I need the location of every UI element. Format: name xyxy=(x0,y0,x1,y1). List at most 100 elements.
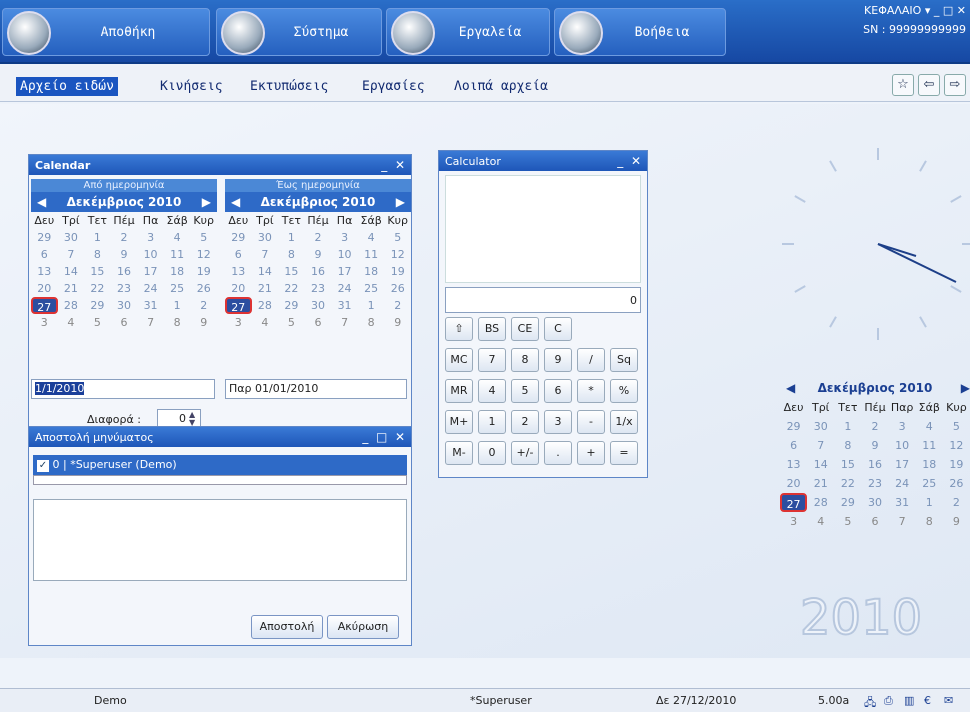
day-cell[interactable]: 31 xyxy=(889,493,916,512)
day-cell[interactable]: 2 xyxy=(111,229,138,246)
day-cell[interactable]: 16 xyxy=(861,455,888,474)
day-cell[interactable]: 20 xyxy=(31,280,58,297)
from-date-input[interactable]: 1/1/2010 xyxy=(31,379,215,399)
day-cell[interactable]: 21 xyxy=(252,280,279,297)
day-cell[interactable]: 24 xyxy=(331,280,358,297)
calculator-title-bar[interactable]: Calculator xyxy=(439,151,647,171)
day-cell[interactable]: 4 xyxy=(58,314,85,331)
day-cell[interactable]: 17 xyxy=(331,263,358,280)
next-month-icon[interactable]: ▶ xyxy=(396,192,405,212)
day-cell[interactable]: 3 xyxy=(31,314,58,331)
day-cell[interactable]: 30 xyxy=(305,297,332,314)
minimize-icon[interactable]: _ xyxy=(381,158,387,172)
day-cell[interactable]: 21 xyxy=(807,474,834,493)
day-cell[interactable]: 14 xyxy=(252,263,279,280)
tools-button[interactable]: Εργαλεία xyxy=(386,8,550,56)
calc-key[interactable]: M+ xyxy=(445,410,473,434)
day-cell[interactable]: 13 xyxy=(225,263,252,280)
day-cell[interactable]: 25 xyxy=(164,280,191,297)
day-cell[interactable]: 5 xyxy=(834,512,861,531)
day-cell[interactable]: 1 xyxy=(916,493,943,512)
day-cell[interactable]: 4 xyxy=(358,229,385,246)
day-cell[interactable]: 29 xyxy=(225,229,252,246)
day-cell[interactable]: 23 xyxy=(305,280,332,297)
day-cell[interactable]: 12 xyxy=(190,246,217,263)
day-cell[interactable]: 15 xyxy=(834,455,861,474)
day-cell[interactable]: 26 xyxy=(190,280,217,297)
shift-icon[interactable]: ⇧ xyxy=(445,317,473,341)
calc-key[interactable]: + xyxy=(577,441,605,465)
day-cell[interactable]: 23 xyxy=(861,474,888,493)
day-cell[interactable]: 5 xyxy=(278,314,305,331)
day-cell[interactable]: 5 xyxy=(384,229,411,246)
day-cell[interactable]: 4 xyxy=(252,314,279,331)
maximize-icon[interactable]: □ xyxy=(943,4,953,17)
day-cell[interactable]: 4 xyxy=(164,229,191,246)
mail-icon[interactable]: ✉ xyxy=(944,694,953,707)
message-body-input[interactable] xyxy=(33,499,407,581)
day-cell[interactable]: 6 xyxy=(861,512,888,531)
day-cell[interactable]: 30 xyxy=(58,229,85,246)
menu-item-other-files[interactable]: Λοιπά αρχεία xyxy=(454,79,548,94)
system-button[interactable]: Σύστημα xyxy=(216,8,382,56)
day-cell[interactable]: 15 xyxy=(84,263,111,280)
calc-key[interactable]: 1 xyxy=(478,410,506,434)
menu-item-movements[interactable]: Κινήσεις xyxy=(160,79,223,94)
checkbox-icon[interactable]: ✓ xyxy=(37,460,49,472)
day-cell[interactable]: 28 xyxy=(252,297,279,314)
day-cell[interactable]: 28 xyxy=(807,493,834,512)
day-cell[interactable]: 17 xyxy=(137,263,164,280)
day-cell[interactable]: 5 xyxy=(84,314,111,331)
day-cell[interactable]: 9 xyxy=(190,314,217,331)
day-cell[interactable]: 30 xyxy=(252,229,279,246)
stepper-arrows-icon[interactable]: ▲ ▼ xyxy=(189,411,195,427)
back-icon[interactable]: ⇦ xyxy=(918,74,940,96)
day-cell[interactable]: 17 xyxy=(889,455,916,474)
calc-key[interactable]: - xyxy=(577,410,605,434)
day-cell[interactable]: 28 xyxy=(58,297,85,314)
menu-item-tasks[interactable]: Εργασίες xyxy=(362,79,425,94)
close-icon[interactable]: ✕ xyxy=(957,4,966,17)
day-cell[interactable]: 21 xyxy=(58,280,85,297)
day-cell[interactable]: 6 xyxy=(225,246,252,263)
calc-key[interactable]: Sq xyxy=(610,348,638,372)
splitter-handle[interactable] xyxy=(33,475,407,485)
help-button[interactable]: Βοήθεια xyxy=(554,8,726,56)
day-cell[interactable]: 6 xyxy=(31,246,58,263)
calc-key[interactable]: M- xyxy=(445,441,473,465)
day-cell[interactable]: 18 xyxy=(916,455,943,474)
barcode-icon[interactable]: ▥ xyxy=(904,694,914,707)
calc-key[interactable]: 0 xyxy=(478,441,506,465)
day-cell[interactable]: 13 xyxy=(31,263,58,280)
day-cell[interactable]: 26 xyxy=(384,280,411,297)
printer-icon[interactable]: ⎙ xyxy=(884,694,893,708)
calc-key[interactable]: % xyxy=(610,379,638,403)
day-cell[interactable]: 1 xyxy=(278,229,305,246)
day-cell[interactable]: 1 xyxy=(84,229,111,246)
prev-month-icon[interactable]: ◀ xyxy=(37,192,46,212)
close-icon[interactable]: ✕ xyxy=(395,158,405,172)
network-icon[interactable]: 🖧 xyxy=(864,694,876,712)
minimize-icon[interactable]: _ xyxy=(617,154,623,168)
minimize-icon[interactable]: _ xyxy=(934,4,940,17)
day-cell[interactable]: 30 xyxy=(807,417,834,436)
minimize-icon[interactable]: _ xyxy=(362,430,368,444)
day-cell[interactable]: 25 xyxy=(358,280,385,297)
day-cell[interactable]: 8 xyxy=(278,246,305,263)
day-cell[interactable]: 18 xyxy=(164,263,191,280)
recipient-row[interactable]: ✓ 0 | *Superuser (Demo) xyxy=(33,455,407,475)
calc-key[interactable]: 8 xyxy=(511,348,539,372)
close-icon[interactable]: ✕ xyxy=(395,430,405,444)
calc-key[interactable]: = xyxy=(610,441,638,465)
calc-key[interactable]: 4 xyxy=(478,379,506,403)
day-cell[interactable]: 7 xyxy=(252,246,279,263)
selected-day[interactable]: 27 xyxy=(225,297,252,314)
close-icon[interactable]: ✕ xyxy=(631,154,641,168)
day-cell[interactable]: 7 xyxy=(807,436,834,455)
day-cell[interactable]: 29 xyxy=(278,297,305,314)
day-cell[interactable]: 30 xyxy=(861,493,888,512)
day-cell[interactable]: 12 xyxy=(943,436,970,455)
day-cell[interactable]: 13 xyxy=(780,455,807,474)
day-cell[interactable]: 19 xyxy=(943,455,970,474)
day-cell[interactable]: 22 xyxy=(834,474,861,493)
